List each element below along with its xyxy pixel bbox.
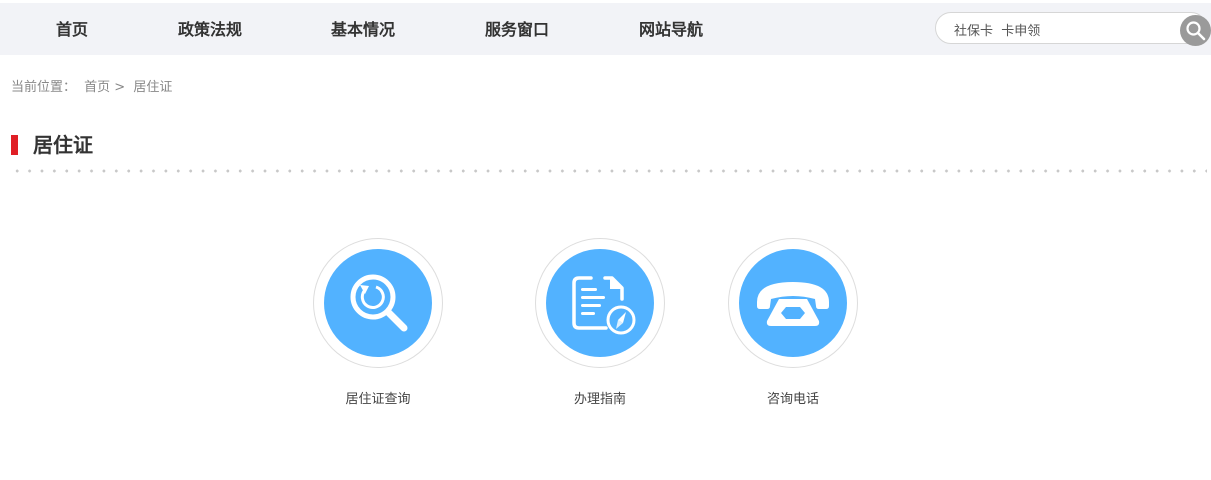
service-icon-disc [546,249,654,357]
service-icon-disc [324,249,432,357]
service-label: 办理指南 [573,392,626,407]
service-guide[interactable]: 办理指南 [535,238,665,418]
service-icon-disc [739,249,847,357]
service-label: 咨询电话 [766,392,819,407]
telephone-icon [757,282,829,326]
breadcrumb-home-link[interactable]: 首页 > [84,80,125,95]
nav-item-policies[interactable]: 政策法规 [178,19,242,41]
breadcrumb-prefix: 当前位置： [11,80,77,95]
service-residence-permit-query[interactable]: 居住证查询 [313,238,443,418]
search-input[interactable] [954,19,1164,39]
search-button[interactable] [1180,15,1211,46]
breadcrumb: 当前位置： 首页 > 居住证 [11,79,176,97]
nav-item-home[interactable]: 首页 [56,19,88,41]
service-consultation-phone[interactable]: 咨询电话 [728,238,858,418]
title-accent-bar [11,135,18,155]
search-refresh-icon [350,274,408,332]
nav-item-site-navigation[interactable]: 网站导航 [639,19,703,41]
breadcrumb-current: 居住证 [133,80,173,95]
document-compass-icon [572,276,636,335]
search-icon [1186,21,1206,41]
nav-item-service-window[interactable]: 服务窗口 [485,19,549,41]
nav-item-overview[interactable]: 基本情况 [331,19,395,41]
dotted-divider [11,169,1207,173]
service-label: 居住证查询 [345,392,411,407]
search-box [935,12,1207,44]
page-title: 居住证 [33,133,93,157]
